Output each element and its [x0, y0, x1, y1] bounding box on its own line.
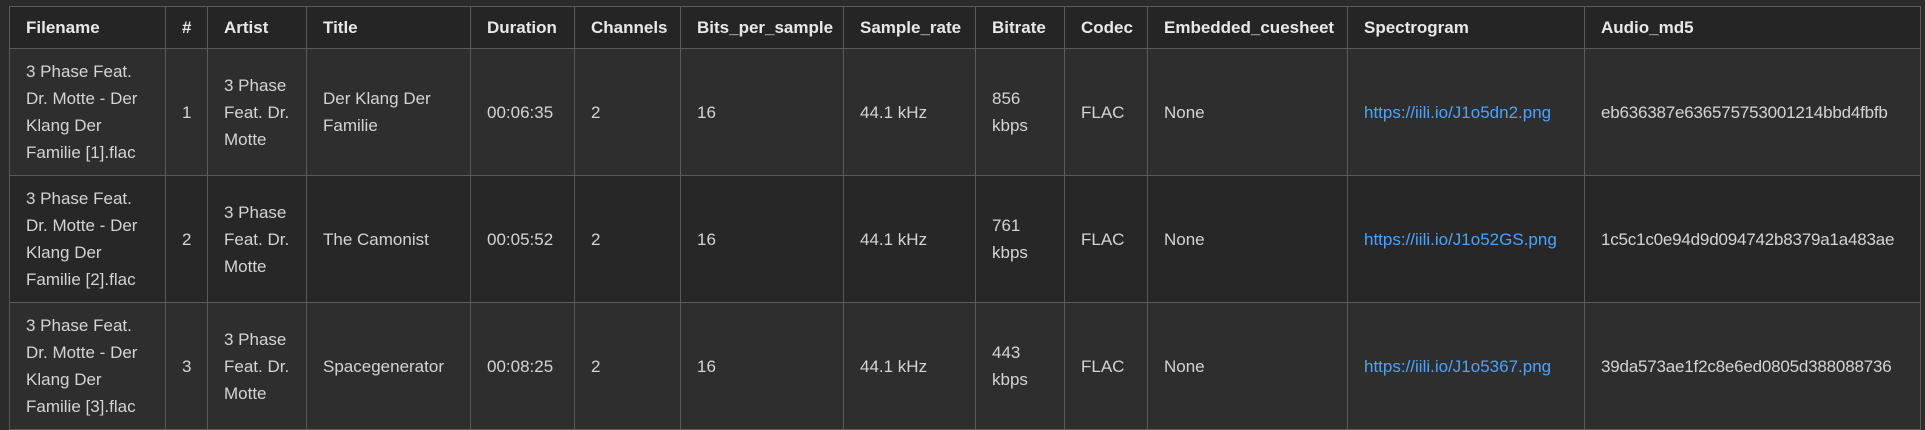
- cell-artist: 3 Phase Feat. Dr. Motte: [207, 302, 307, 430]
- cell-filename: 3 Phase Feat. Dr. Motte - Der Klang Der …: [9, 175, 166, 303]
- spectrogram-link[interactable]: https://iili.io/J1o5dn2.png: [1364, 103, 1551, 122]
- cell-title: Spacegenerator: [306, 302, 471, 430]
- header-codec: Codec: [1064, 6, 1148, 49]
- header-channels: Channels: [574, 6, 681, 49]
- cell-artist: 3 Phase Feat. Dr. Motte: [207, 48, 307, 176]
- cell-filename: 3 Phase Feat. Dr. Motte - Der Klang Der …: [9, 302, 166, 430]
- cell-duration: 00:05:52: [470, 175, 575, 303]
- table-container: Filename # Artist Title Duration Channel…: [9, 6, 1921, 430]
- header-title: Title: [306, 6, 471, 49]
- cell-audio-md5: eb636387e636575753001214bbd4fbfb: [1584, 48, 1921, 176]
- cell-duration: 00:08:25: [470, 302, 575, 430]
- cell-sample-rate: 44.1 kHz: [843, 175, 976, 303]
- table-row: 3 Phase Feat. Dr. Motte - Der Klang Der …: [9, 302, 1921, 430]
- header-sample-rate: Sample_rate: [843, 6, 976, 49]
- header-artist: Artist: [207, 6, 307, 49]
- cell-embedded-cuesheet: None: [1147, 48, 1348, 176]
- cell-codec: FLAC: [1064, 175, 1148, 303]
- cell-title: Der Klang Der Familie: [306, 48, 471, 176]
- header-filename: Filename: [9, 6, 166, 49]
- header-audio-md5: Audio_md5: [1584, 6, 1921, 49]
- cell-channels: 2: [574, 175, 681, 303]
- cell-spectrogram: https://iili.io/J1o5dn2.png: [1347, 48, 1585, 176]
- cell-bits-per-sample: 16: [680, 175, 844, 303]
- cell-codec: FLAC: [1064, 302, 1148, 430]
- spectrogram-link[interactable]: https://iili.io/J1o52GS.png: [1364, 230, 1557, 249]
- spectrogram-link[interactable]: https://iili.io/J1o5367.png: [1364, 357, 1551, 376]
- cell-number: 1: [165, 48, 208, 176]
- header-spectrogram: Spectrogram: [1347, 6, 1585, 49]
- cell-audio-md5: 39da573ae1f2c8e6ed0805d388088736: [1584, 302, 1921, 430]
- cell-sample-rate: 44.1 kHz: [843, 48, 976, 176]
- cell-bitrate: 443 kbps: [975, 302, 1065, 430]
- cell-bits-per-sample: 16: [680, 302, 844, 430]
- cell-spectrogram: https://iili.io/J1o52GS.png: [1347, 175, 1585, 303]
- header-embedded-cuesheet: Embedded_cuesheet: [1147, 6, 1348, 49]
- table-row: 3 Phase Feat. Dr. Motte - Der Klang Der …: [9, 175, 1921, 303]
- header-bitrate: Bitrate: [975, 6, 1065, 49]
- cell-title: The Camonist: [306, 175, 471, 303]
- cell-number: 2: [165, 175, 208, 303]
- cell-bitrate: 856 kbps: [975, 48, 1065, 176]
- cell-spectrogram: https://iili.io/J1o5367.png: [1347, 302, 1585, 430]
- cell-channels: 2: [574, 48, 681, 176]
- header-row: Filename # Artist Title Duration Channel…: [9, 6, 1921, 49]
- header-number: #: [165, 6, 208, 49]
- cell-embedded-cuesheet: None: [1147, 175, 1348, 303]
- cell-channels: 2: [574, 302, 681, 430]
- cell-number: 3: [165, 302, 208, 430]
- audio-tracks-table: Filename # Artist Title Duration Channel…: [9, 6, 1921, 430]
- header-bits-per-sample: Bits_per_sample: [680, 6, 844, 49]
- cell-bits-per-sample: 16: [680, 48, 844, 176]
- cell-embedded-cuesheet: None: [1147, 302, 1348, 430]
- cell-duration: 00:06:35: [470, 48, 575, 176]
- header-duration: Duration: [470, 6, 575, 49]
- table-row: 3 Phase Feat. Dr. Motte - Der Klang Der …: [9, 48, 1921, 176]
- cell-codec: FLAC: [1064, 48, 1148, 176]
- cell-bitrate: 761 kbps: [975, 175, 1065, 303]
- cell-audio-md5: 1c5c1c0e94d9d094742b8379a1a483ae: [1584, 175, 1921, 303]
- cell-artist: 3 Phase Feat. Dr. Motte: [207, 175, 307, 303]
- cell-sample-rate: 44.1 kHz: [843, 302, 976, 430]
- cell-filename: 3 Phase Feat. Dr. Motte - Der Klang Der …: [9, 48, 166, 176]
